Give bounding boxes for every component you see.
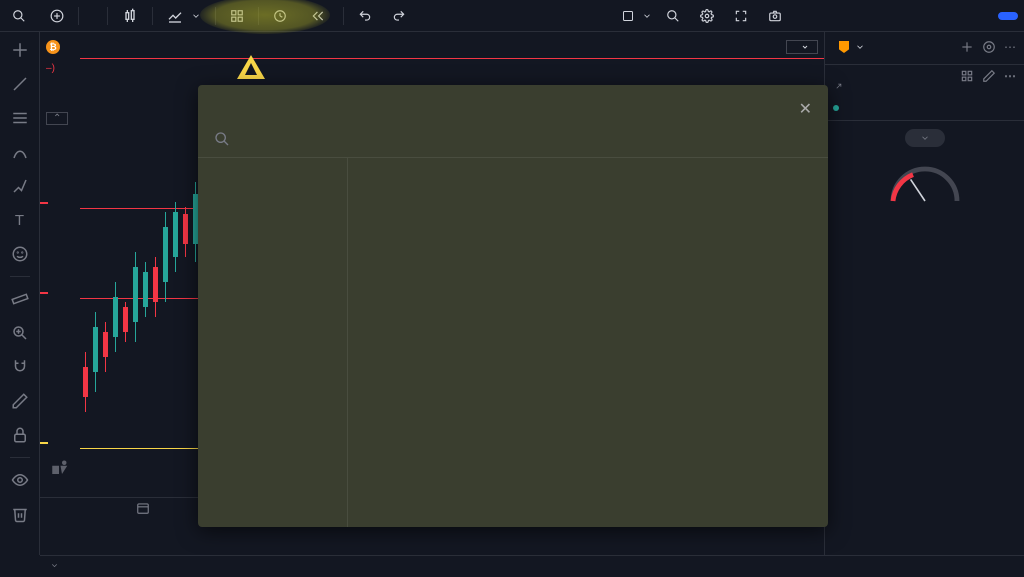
templates-button[interactable] xyxy=(224,5,250,27)
snapshot-button[interactable] xyxy=(762,5,788,27)
search-icon xyxy=(666,9,680,23)
bar-style[interactable] xyxy=(116,4,144,28)
watchlist-header[interactable]: ⋯ xyxy=(833,40,1016,54)
indicators-modal: ✕ xyxy=(198,85,828,527)
search-icon xyxy=(12,9,26,23)
cursor-tool[interactable] xyxy=(8,38,32,62)
redo-button[interactable] xyxy=(386,5,412,27)
collapse-indicators[interactable]: ⌃ xyxy=(46,112,68,125)
modal-main xyxy=(348,158,828,527)
indicator-vol[interactable] xyxy=(46,80,49,92)
trend-line-tool[interactable] xyxy=(8,72,32,96)
level-line xyxy=(80,58,824,59)
divider xyxy=(152,7,153,25)
interval-picker[interactable] xyxy=(87,12,99,20)
more-icon[interactable]: ⋯ xyxy=(1004,40,1016,54)
layout-icon xyxy=(622,10,634,22)
chevron-down-icon xyxy=(50,561,59,570)
chevron-down-icon xyxy=(920,133,930,143)
candles-icon xyxy=(122,8,138,24)
category-tabs xyxy=(348,166,828,180)
gear-icon[interactable] xyxy=(982,40,996,54)
add-symbol[interactable] xyxy=(44,5,70,27)
chevron-down-icon xyxy=(642,11,652,21)
undo-button[interactable] xyxy=(352,5,378,27)
camera-icon xyxy=(768,9,782,23)
indicators-button[interactable] xyxy=(161,4,207,28)
flag-icon xyxy=(839,41,849,53)
price-marker xyxy=(40,292,48,294)
ruler-tool[interactable] xyxy=(8,287,32,311)
zoom-tool[interactable] xyxy=(8,321,32,345)
symbol-search[interactable] xyxy=(6,5,36,27)
publish-button[interactable] xyxy=(998,12,1018,20)
trash-tool[interactable] xyxy=(8,502,32,526)
chevron-down-icon xyxy=(191,11,201,21)
price-marker xyxy=(40,442,48,444)
text-tool[interactable]: T xyxy=(8,208,32,232)
divider xyxy=(10,276,30,277)
plus-icon[interactable] xyxy=(960,40,974,54)
symbol-details: ⋯ xyxy=(833,69,1016,209)
search-icon xyxy=(214,131,230,147)
grid-icon[interactable] xyxy=(960,69,974,83)
settings-button[interactable] xyxy=(694,5,720,27)
layout-name[interactable] xyxy=(622,10,652,22)
eye-tool[interactable] xyxy=(8,468,32,492)
divider xyxy=(215,7,216,25)
replay-icon xyxy=(311,9,325,23)
drawing-toolbar: T xyxy=(0,32,40,555)
indicator-lrtc[interactable]: –) xyxy=(46,62,55,74)
modal-sidebar xyxy=(198,158,348,527)
emoji-tool[interactable] xyxy=(8,242,32,266)
alert-icon xyxy=(273,9,287,23)
price-marker xyxy=(40,202,48,204)
external-link-icon[interactable] xyxy=(833,83,842,92)
chevron-down-icon xyxy=(855,42,865,52)
indicators-icon xyxy=(167,8,183,24)
top-toolbar xyxy=(0,0,1024,32)
tab-screener[interactable] xyxy=(50,561,59,573)
bottom-panel-tabs xyxy=(40,555,1024,577)
lock-tool[interactable] xyxy=(8,423,32,447)
brush-tool[interactable] xyxy=(8,174,32,198)
close-button[interactable]: ✕ xyxy=(799,99,812,119)
fib-tool[interactable] xyxy=(8,106,32,130)
show-more-button[interactable] xyxy=(905,129,945,147)
plus-circle-icon xyxy=(50,9,64,23)
technical-gauge xyxy=(833,163,1016,209)
symbol-header[interactable]: ₿ xyxy=(46,40,87,54)
quick-search[interactable] xyxy=(660,5,686,27)
tradingview-logo xyxy=(50,459,72,477)
redo-icon xyxy=(392,9,406,23)
divider xyxy=(258,7,259,25)
pitchfork-tool[interactable] xyxy=(8,140,32,164)
chevron-down-icon xyxy=(801,43,809,51)
btc-icon: ₿ xyxy=(46,40,60,54)
modal-search[interactable] xyxy=(198,127,828,157)
fullscreen-icon xyxy=(734,9,748,23)
alert-button[interactable] xyxy=(267,5,297,27)
replay-button[interactable] xyxy=(305,5,335,27)
gear-icon xyxy=(700,9,714,23)
magnet-tool[interactable] xyxy=(8,355,32,379)
divider xyxy=(78,7,79,25)
pencil-tool[interactable] xyxy=(8,389,32,413)
grid-icon xyxy=(230,9,244,23)
search-input[interactable] xyxy=(238,132,812,147)
more-icon[interactable]: ⋯ xyxy=(1004,69,1016,83)
divider xyxy=(10,457,30,458)
undo-icon xyxy=(358,9,372,23)
divider xyxy=(107,7,108,25)
right-panel: ⋯ ⋯ xyxy=(824,32,1024,555)
price-scale-unit[interactable] xyxy=(786,40,818,54)
fullscreen-button[interactable] xyxy=(728,5,754,27)
edit-icon[interactable] xyxy=(982,69,996,83)
calendar-icon[interactable] xyxy=(136,501,150,515)
divider xyxy=(343,7,344,25)
